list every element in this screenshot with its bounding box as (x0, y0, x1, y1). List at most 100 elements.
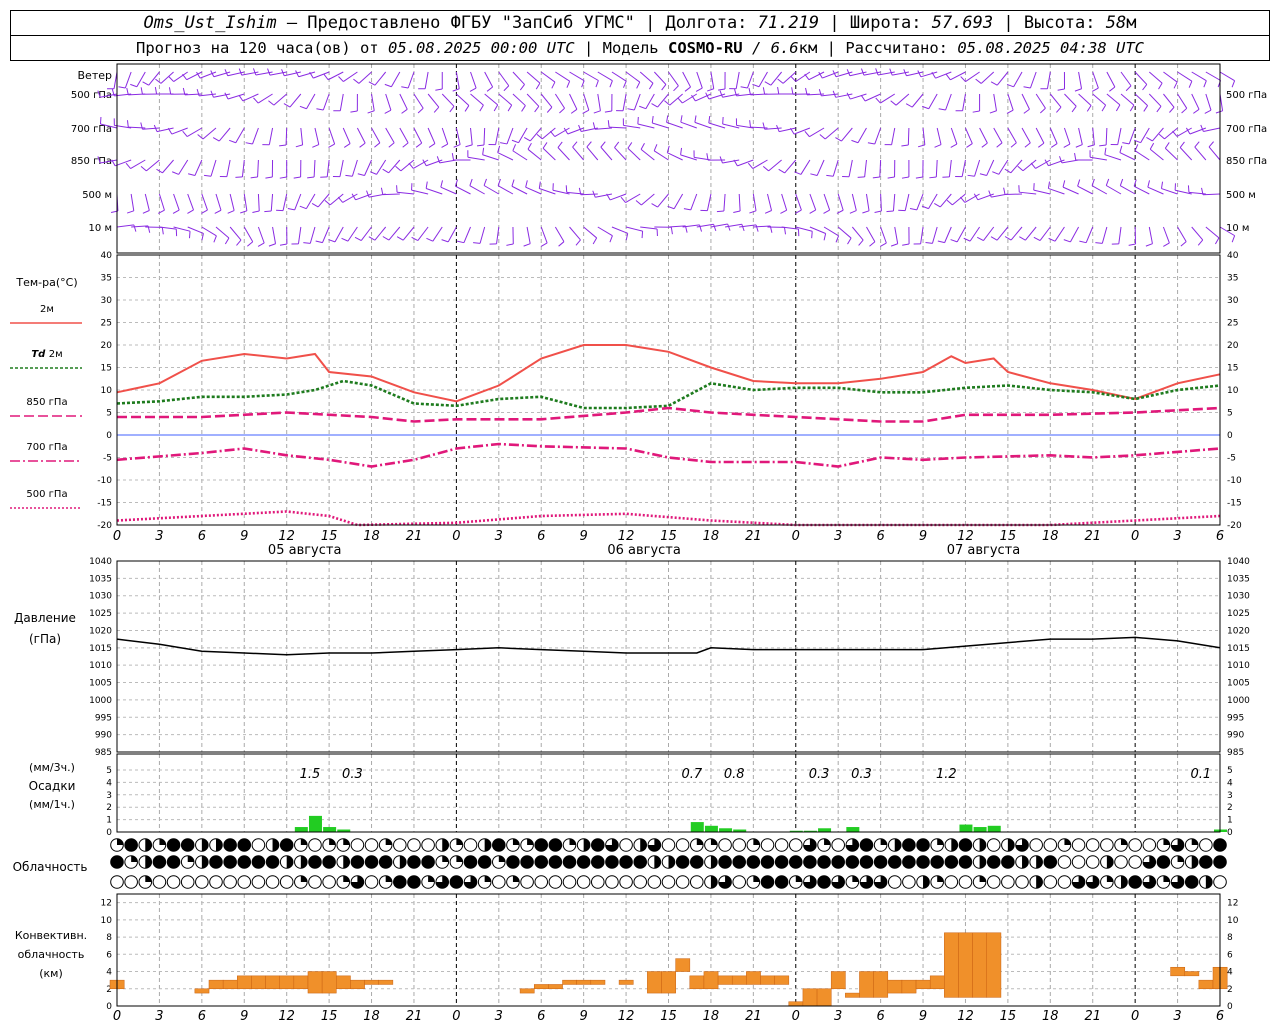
cloud-cover-symbol (647, 875, 662, 889)
conv-unit: (км) (39, 967, 63, 980)
wind-barb (1152, 127, 1164, 142)
wind-barb-flag (315, 240, 323, 244)
wind-barb (1208, 146, 1221, 161)
wind-barb-flag (636, 81, 641, 89)
cloud-cover-symbol (124, 838, 138, 852)
wind-barb (1162, 226, 1170, 244)
wind-barb-flag (253, 97, 259, 104)
wind-barb-flag (1104, 147, 1107, 155)
wind-barb (512, 93, 526, 106)
wind-barb (447, 226, 457, 243)
cloud-cover-symbol (859, 855, 874, 869)
temp-hour-tick: 18 (703, 529, 720, 544)
cloud-cover-symbol (308, 875, 322, 889)
wind-barb (339, 93, 344, 111)
wind-barb (432, 226, 443, 242)
wind-barb-flag (661, 84, 667, 91)
cloud-cover-symbol (760, 838, 775, 852)
wind-barb (1205, 71, 1221, 81)
wind-barb (268, 127, 274, 145)
wind-barb (529, 127, 542, 142)
wind-barb-flag (161, 227, 164, 235)
wind-barb-flag (586, 141, 592, 148)
precip-tick-left: 0 (106, 828, 112, 838)
wind-barb-flag (946, 199, 953, 206)
cloud-cover-symbol (407, 855, 421, 869)
wind-barb-flag (578, 124, 582, 132)
cloud-title: Облачность (13, 860, 88, 874)
wind-level-label-right: 700 гПа (1226, 124, 1267, 135)
wind-barb-flag (384, 83, 392, 88)
conv-hour-tick: 18 (1042, 1009, 1059, 1024)
cloud-cover-symbol (916, 855, 930, 869)
cloud-cover-fill (1163, 875, 1170, 882)
wind-barb (996, 226, 1009, 241)
wind-barb (653, 150, 669, 161)
wind-barb-flag (401, 108, 408, 114)
wind-barb (282, 193, 288, 211)
wind-barb-flag (401, 86, 409, 89)
conv-bar (802, 988, 818, 1007)
wind-barb (1120, 185, 1136, 195)
wind-barb (388, 159, 401, 174)
wind-barb (257, 193, 260, 212)
wind-barb-flag (457, 240, 465, 244)
wind-barb-flag (639, 105, 646, 110)
wind-barb-flag (142, 81, 149, 86)
temp-hour-tick: 12 (618, 529, 635, 544)
wind-barb-flag (396, 236, 404, 241)
wind-barb (243, 226, 254, 242)
wind-barb-flag (902, 243, 910, 246)
wind-barb (1078, 93, 1092, 106)
cloud-cover-fill (710, 875, 718, 889)
conv-hour-tick: 15 (1000, 1009, 1017, 1024)
wind-barb (441, 127, 449, 145)
conv-bar (548, 984, 563, 990)
wind-barb-flag (1119, 145, 1123, 153)
cloud-cover-symbol (1213, 855, 1227, 869)
wind-barb-flag (950, 239, 958, 243)
wind-barb-flag (818, 89, 822, 97)
wind-barb-flag (979, 173, 987, 176)
wind-barb-flag (708, 115, 711, 124)
wind-barb-flag (435, 88, 443, 91)
wind-barb (611, 226, 628, 234)
conv-tick-right: 2 (1227, 985, 1233, 995)
wind-barb-flag (411, 236, 419, 242)
wind-title: Ветер (78, 69, 112, 82)
cloud-cover-fill (300, 855, 308, 869)
wind-barb-flag (1173, 81, 1178, 89)
wind-barb-flag (1231, 235, 1236, 243)
wind-barb (1007, 127, 1017, 143)
cloud-cover-symbol (590, 855, 605, 869)
wind-barb (527, 148, 542, 161)
wind-barb (130, 159, 146, 169)
temp-hour-tick: 0 (792, 529, 800, 544)
wind-barb-flag (130, 83, 138, 88)
wind-barb (371, 127, 381, 144)
wind-barb (115, 159, 132, 167)
wind-barb (944, 226, 952, 243)
temp-hour-tick: 0 (452, 529, 460, 544)
wind-barb (784, 159, 797, 174)
conv-bar (279, 975, 295, 990)
pressure-tick-left: 1000 (89, 696, 112, 706)
wind-barb-flag (851, 139, 859, 144)
cloud-cover-fill (1022, 855, 1029, 869)
cloud-cover-symbol (166, 875, 181, 889)
cloud-cover-symbol (774, 838, 789, 852)
precip-3h-value: 0.7 (681, 767, 702, 782)
wind-barb-flag (188, 173, 196, 177)
wind-barb-flag (925, 242, 933, 244)
wind-barb (983, 226, 995, 241)
cloud-cover-symbol (986, 875, 1001, 889)
wind-level-label-left: 10 м (89, 223, 112, 234)
cloud-cover-symbol (633, 875, 648, 889)
conv-bar (675, 958, 691, 972)
wind-barb-flag (972, 110, 980, 113)
wind-barb (1063, 127, 1071, 145)
wind-barb-flag (213, 235, 217, 243)
wind-barb-flag (279, 243, 288, 246)
wind-barb-flag (511, 179, 515, 187)
wind-barb (580, 193, 598, 196)
